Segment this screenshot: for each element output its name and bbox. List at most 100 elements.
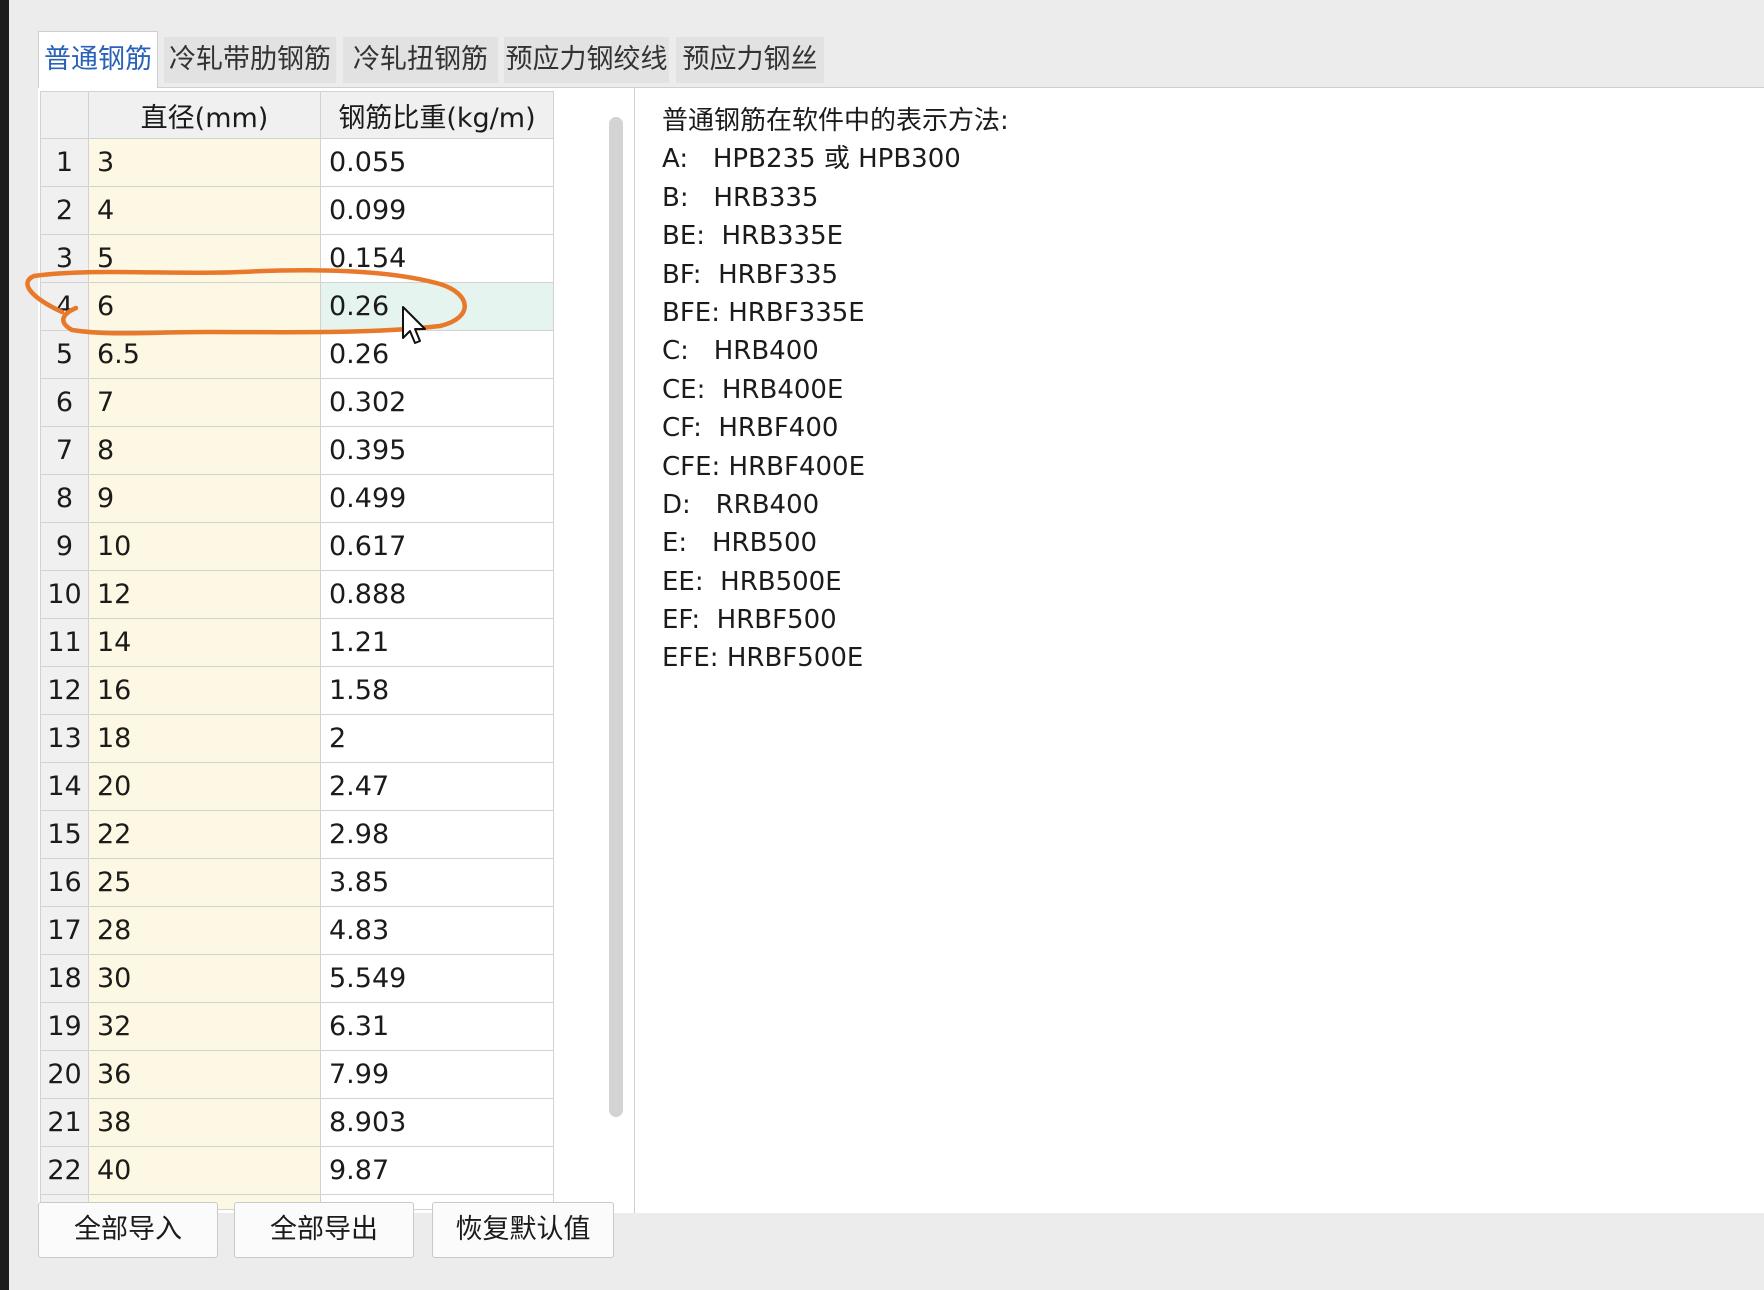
diameter-cell[interactable]: 8 [88, 426, 321, 475]
table-row[interactable]: 15 22 2.98 [40, 810, 554, 859]
table-row[interactable]: 22 40 9.87 [40, 1146, 554, 1195]
weight-cell[interactable]: 1.58 [320, 666, 554, 715]
weight-cell[interactable]: 0.154 [320, 234, 554, 283]
table-row[interactable]: 13 18 2 [40, 714, 554, 763]
weight-cell[interactable]: 2.47 [320, 762, 554, 811]
weight-cell[interactable]: 5.549 [320, 954, 554, 1003]
weight-cell[interactable]: 0.302 [320, 378, 554, 427]
table-row[interactable]: 2 4 0.099 [40, 186, 554, 235]
diameter-cell[interactable]: 5 [88, 234, 321, 283]
table-row[interactable]: 7 8 0.395 [40, 426, 554, 475]
diameter-cell[interactable]: 22 [88, 810, 321, 859]
column-header-diameter[interactable]: 直径(mm) [88, 91, 321, 139]
weight-cell[interactable]: 3.85 [320, 858, 554, 907]
diameter-cell[interactable]: 14 [88, 618, 321, 667]
diameter-cell[interactable]: 12 [88, 570, 321, 619]
table-row[interactable]: 21 38 8.903 [40, 1098, 554, 1147]
tab-cold-rolled-twisted[interactable]: 冷轧扭钢筋 [343, 37, 498, 83]
weight-cell[interactable]: 0.26 [320, 282, 554, 331]
corner-header [40, 91, 89, 139]
tab-cold-rolled-ribbed[interactable]: 冷轧带肋钢筋 [164, 37, 336, 83]
vertical-scrollbar[interactable] [603, 117, 629, 1117]
column-header-weight[interactable]: 钢筋比重(kg/m) [320, 91, 554, 139]
table-row[interactable]: 19 32 6.31 [40, 1002, 554, 1051]
diameter-cell[interactable]: 30 [88, 954, 321, 1003]
table-row[interactable]: 17 28 4.83 [40, 906, 554, 955]
weight-cell[interactable]: 1.21 [320, 618, 554, 667]
table-row[interactable]: 12 16 1.58 [40, 666, 554, 715]
notation-title: 普通钢筋在软件中的表示方法: [662, 106, 1009, 136]
notation-list: A: HPB235 或 HPB300 B: HRB335 BE: HRB335E BF… [662, 140, 1009, 677]
weight-cell[interactable]: 0.395 [320, 426, 554, 475]
row-number-cell: 12 [40, 666, 89, 715]
diameter-cell[interactable]: 28 [88, 906, 321, 955]
tab-prestressed-strand[interactable]: 预应力钢绞线 [504, 37, 669, 83]
table-row[interactable]: 1 3 0.055 [40, 138, 554, 187]
weight-cell[interactable]: 9.87 [320, 1146, 554, 1195]
weight-cell[interactable]: 2.98 [320, 810, 554, 859]
mouse-pointer-icon [402, 306, 426, 344]
table-row[interactable]: 14 20 2.47 [40, 762, 554, 811]
table-row[interactable]: 6 7 0.302 [40, 378, 554, 427]
weight-cell[interactable]: 4.83 [320, 906, 554, 955]
weight-cell[interactable]: 0.499 [320, 474, 554, 523]
notation-line: C: HRB400 [662, 336, 819, 367]
weight-cell[interactable]: 7.99 [320, 1050, 554, 1099]
diameter-cell[interactable]: 36 [88, 1050, 321, 1099]
diameter-cell[interactable]: 4 [88, 186, 321, 235]
import-all-button[interactable]: 全部导入 [38, 1202, 218, 1258]
weight-cell[interactable]: 0.617 [320, 522, 554, 571]
notation-info: 普通钢筋在软件中的表示方法: A: HPB235 或 HPB300 B: HRB3… [662, 102, 1009, 678]
table-row[interactable]: 10 12 0.888 [40, 570, 554, 619]
row-number-cell: 21 [40, 1098, 89, 1147]
diameter-cell[interactable]: 32 [88, 1002, 321, 1051]
diameter-cell[interactable]: 18 [88, 714, 321, 763]
table-row[interactable]: 9 10 0.617 [40, 522, 554, 571]
row-number-cell: 20 [40, 1050, 89, 1099]
table-row[interactable]: 5 6.5 0.26 [40, 330, 554, 379]
diameter-cell[interactable]: 16 [88, 666, 321, 715]
diameter-cell[interactable]: 25 [88, 858, 321, 907]
table-row[interactable]: 4 6 0.26 [40, 282, 554, 331]
diameter-cell[interactable]: 20 [88, 762, 321, 811]
table-row[interactable]: 3 5 0.154 [40, 234, 554, 283]
row-number-cell: 14 [40, 762, 89, 811]
table-row[interactable]: 11 14 1.21 [40, 618, 554, 667]
diameter-cell[interactable]: 38 [88, 1098, 321, 1147]
row-number-cell: 19 [40, 1002, 89, 1051]
table-row[interactable]: 8 9 0.499 [40, 474, 554, 523]
weight-cell[interactable]: 2 [320, 714, 554, 763]
tab-prestressed-wire[interactable]: 预应力钢丝 [676, 37, 824, 83]
diameter-cell[interactable]: 6 [88, 282, 321, 331]
row-number-cell: 2 [40, 186, 89, 235]
weight-cell[interactable]: 8.903 [320, 1098, 554, 1147]
row-number-cell: 5 [40, 330, 89, 379]
row-number-cell: 9 [40, 522, 89, 571]
export-all-button[interactable]: 全部导出 [234, 1202, 414, 1258]
diameter-cell[interactable]: 6.5 [88, 330, 321, 379]
weight-cell[interactable]: 0.055 [320, 138, 554, 187]
table-row[interactable]: 16 25 3.85 [40, 858, 554, 907]
diameter-cell[interactable]: 3 [88, 138, 321, 187]
diameter-cell[interactable]: 9 [88, 474, 321, 523]
notation-line: D: RRB400 [662, 489, 820, 520]
notation-line: CE: HRB400E [662, 374, 844, 405]
weight-cell[interactable]: 0.888 [320, 570, 554, 619]
row-number-cell: 6 [40, 378, 89, 427]
row-number-cell: 13 [40, 714, 89, 763]
tab-ordinary-rebar[interactable]: 普通钢筋 [38, 31, 158, 88]
diameter-cell[interactable]: 10 [88, 522, 321, 571]
diameter-cell[interactable]: 7 [88, 378, 321, 427]
table-row[interactable]: 20 36 7.99 [40, 1050, 554, 1099]
row-number-cell: 22 [40, 1146, 89, 1195]
row-number-cell: 16 [40, 858, 89, 907]
weight-cell[interactable]: 0.099 [320, 186, 554, 235]
scrollbar-thumb[interactable] [609, 117, 623, 1117]
weight-cell[interactable]: 6.31 [320, 1002, 554, 1051]
table-body: 1 3 0.055 2 4 0.099 3 5 0.154 4 6 0.26 5 6.5 0.26 6 7 0.3… [40, 138, 554, 1210]
diameter-cell[interactable]: 40 [88, 1146, 321, 1195]
notation-line: BF: HRBF335 [662, 259, 839, 290]
weight-cell[interactable]: 0.26 [320, 330, 554, 379]
restore-defaults-button[interactable]: 恢复默认值 [432, 1202, 614, 1258]
table-row[interactable]: 18 30 5.549 [40, 954, 554, 1003]
